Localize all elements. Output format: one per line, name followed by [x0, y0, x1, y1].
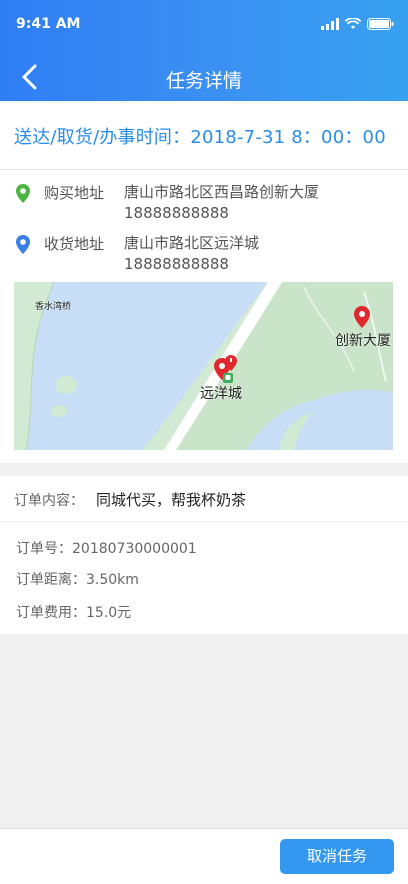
purchase-address-text: 唐山市路北区西昌路创新大厦 18888888888	[124, 182, 394, 224]
map-marker-icon[interactable]	[354, 306, 370, 328]
order-content-value: 同城代买，帮我杯奶茶	[96, 491, 247, 509]
order-number: 订单号：20180730000001	[16, 541, 197, 557]
signal-icon	[321, 18, 339, 30]
map-label-yuanyang: 远洋城	[200, 386, 242, 402]
order-info: 订单号：20180730000001 订单距离：3.50km 订单费用：15.0…	[0, 522, 408, 634]
purchase-phone: 18888888888	[124, 204, 229, 222]
map-label-chuangxin: 创新大厦	[335, 333, 391, 349]
delivery-time-row: 送达/取货/办事时间：2018-7-31 8：00：00	[0, 101, 408, 170]
route-map[interactable]: 香水湾桥 远洋城 创新大厦	[14, 282, 393, 450]
bottom-action-bar: 取消任务	[0, 828, 408, 884]
order-fee: 订单费用：15.0元	[16, 605, 132, 621]
map-marker-icon[interactable]	[225, 355, 237, 371]
header: 9:41 AM 任务详情	[0, 0, 408, 101]
address-section: 购买地址 唐山市路北区西昌路创新大厦 18888888888 收货地址 唐山市路…	[0, 170, 408, 463]
location-pin-icon	[16, 235, 30, 254]
cancel-task-button[interactable]: 取消任务	[280, 839, 394, 874]
battery-icon	[367, 18, 394, 30]
order-distance: 订单距离：3.50km	[16, 572, 139, 588]
delivery-address: 收货地址 唐山市路北区远洋城 18888888888	[16, 233, 396, 277]
transit-station-icon	[223, 373, 233, 383]
purchase-address: 购买地址 唐山市路北区西昌路创新大厦 18888888888	[16, 182, 396, 226]
status-time: 9:41 AM	[16, 16, 81, 32]
order-content-label: 订单内容：	[14, 493, 84, 509]
status-bar: 9:41 AM	[0, 14, 408, 34]
delivery-address-line: 唐山市路北区远洋城	[124, 234, 260, 252]
location-pin-icon	[16, 184, 30, 203]
status-icons	[321, 18, 394, 30]
delivery-time: 送达/取货/办事时间：2018-7-31 8：00：00	[14, 127, 386, 148]
delivery-address-text: 唐山市路北区远洋城 18888888888	[124, 233, 394, 275]
wifi-icon	[345, 18, 361, 29]
purchase-address-line: 唐山市路北区西昌路创新大厦	[124, 183, 320, 201]
map-label-bridge: 香水湾桥	[35, 302, 72, 312]
delivery-address-label: 收货地址	[44, 235, 105, 253]
purchase-address-label: 购买地址	[44, 184, 105, 202]
order-content-row: 订单内容： 同城代买，帮我杯奶茶	[0, 476, 408, 522]
page-title: 任务详情	[165, 70, 242, 92]
delivery-phone: 18888888888	[124, 255, 229, 273]
